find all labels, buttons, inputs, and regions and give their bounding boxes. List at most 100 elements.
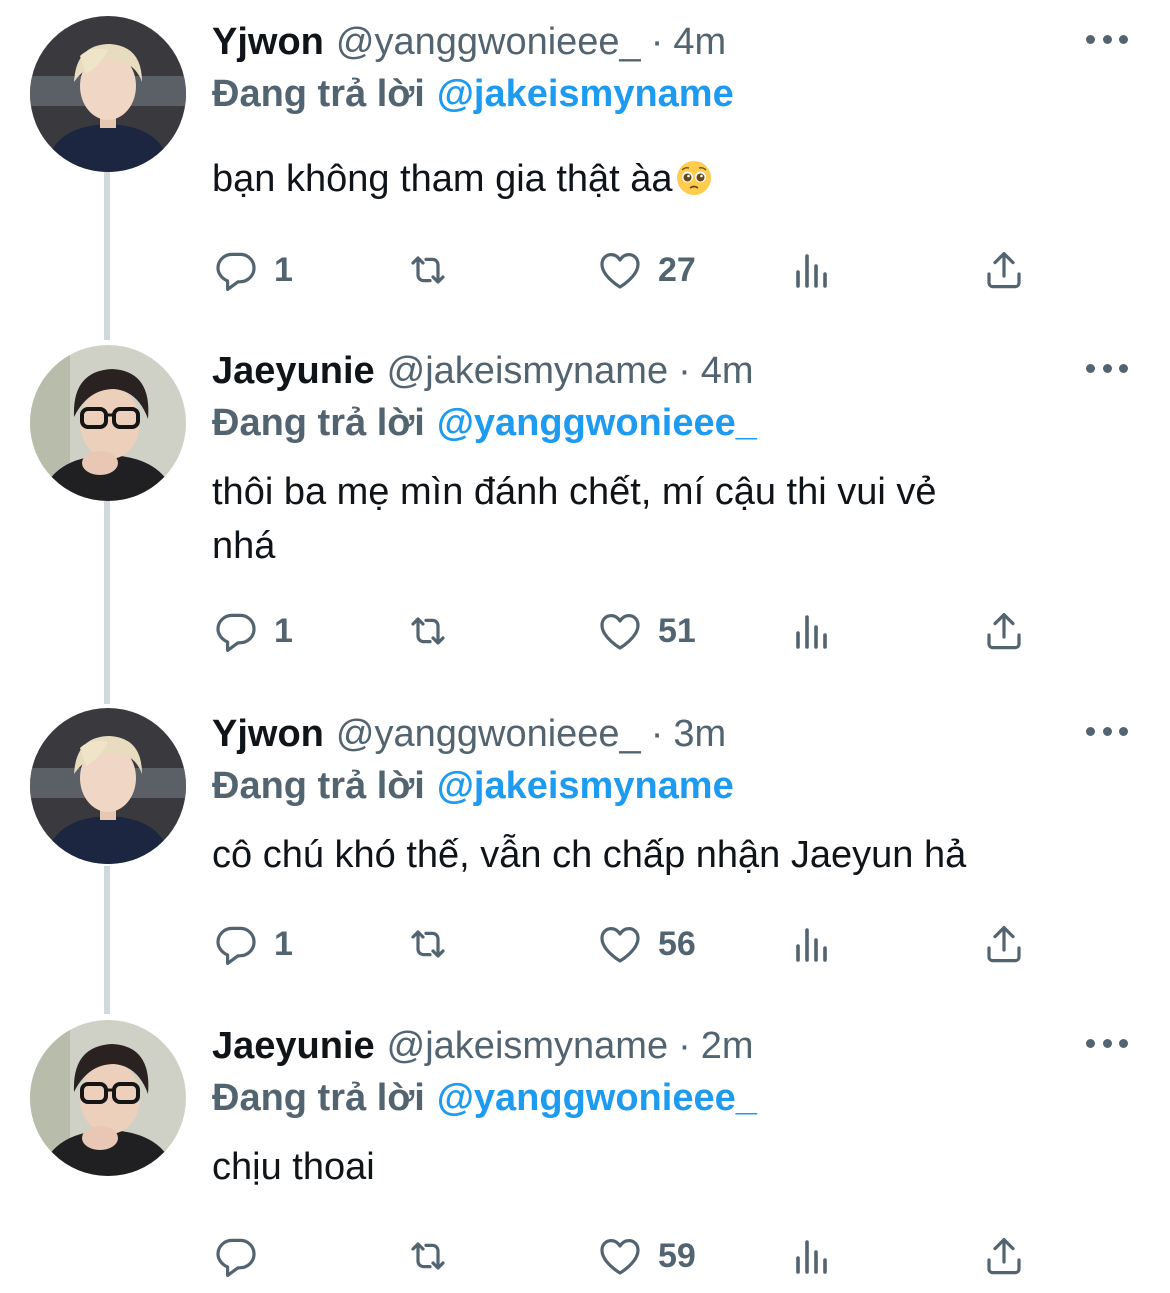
reply-button[interactable]: 1 [212, 914, 293, 974]
timestamp[interactable]: 4m [701, 345, 754, 397]
replying-label: Đang trả lời [212, 1077, 425, 1119]
like-button[interactable]: 59 [596, 1226, 696, 1286]
share-button[interactable] [980, 914, 1028, 974]
display-name[interactable]: Jaeyunie [212, 345, 375, 397]
like-count: 59 [658, 1236, 696, 1275]
display-name[interactable]: Jaeyunie [212, 1020, 375, 1072]
tweet-actions: 1 51 [0, 601, 1170, 661]
retweet-icon [404, 246, 452, 294]
timestamp[interactable]: 3m [673, 708, 726, 760]
analytics-icon [788, 246, 836, 294]
share-button[interactable] [980, 240, 1028, 300]
reply-count: 1 [274, 924, 293, 963]
like-count: 56 [658, 924, 696, 963]
share-icon [980, 246, 1028, 294]
separator-dot: · [678, 1025, 691, 1067]
like-icon [596, 920, 644, 968]
like-count: 27 [658, 250, 696, 289]
retweet-icon [404, 1232, 452, 1280]
share-icon [980, 1232, 1028, 1280]
display-name[interactable]: Yjwon [212, 708, 324, 760]
reply-button[interactable] [212, 1226, 274, 1286]
like-button[interactable]: 51 [596, 601, 696, 661]
analytics-button[interactable] [788, 914, 836, 974]
retweet-button[interactable] [404, 240, 452, 300]
analytics-icon [788, 920, 836, 968]
replying-to: Đang trả lời @yanggwonieee_ [212, 397, 757, 449]
analytics-button[interactable] [788, 1226, 836, 1286]
avatar[interactable] [30, 16, 186, 172]
more-options-icon[interactable] [1086, 1036, 1128, 1050]
separator-dot: · [678, 350, 691, 392]
timestamp[interactable]: 4m [673, 16, 726, 68]
tweet-text-line: nhá [212, 525, 276, 567]
analytics-icon [788, 1232, 836, 1280]
tweet-text-content: cô chú khó thế, vẫn ch chấp nhận Jaeyun … [212, 834, 967, 876]
tweet-actions: 1 56 [0, 914, 1170, 974]
replying-to: Đang trả lời @yanggwonieee_ [212, 1072, 757, 1124]
reply-icon [212, 246, 260, 294]
separator-dot: · [650, 21, 664, 63]
tweet-text: bạn không tham gia thật àa [212, 152, 1112, 206]
tweet-text-content: chịu thoai [212, 1146, 375, 1188]
tweet[interactable]: Jaeyunie @jakeismyname · 2m Đang trả lời… [0, 1020, 1170, 1290]
pleading-face-emoji [675, 158, 713, 196]
reply-button[interactable]: 1 [212, 240, 293, 300]
replying-label: Đang trả lời [212, 402, 425, 444]
like-button[interactable]: 27 [596, 240, 696, 300]
share-icon [980, 920, 1028, 968]
replying-handle-link[interactable]: @jakeismyname [437, 73, 734, 115]
reply-icon [212, 920, 260, 968]
share-button[interactable] [980, 601, 1028, 661]
reply-icon [212, 607, 260, 655]
tweet-text-line: thôi ba mẹ mìn đánh chết, mí cậu thi vui… [212, 471, 937, 513]
tweet[interactable]: Jaeyunie @jakeismyname · 4m Đang trả lời… [0, 345, 1170, 675]
reply-count: 1 [274, 250, 293, 289]
reply-button[interactable]: 1 [212, 601, 293, 661]
replying-handle-link[interactable]: @jakeismyname [437, 765, 734, 807]
replying-to: Đang trả lời @jakeismyname [212, 68, 734, 120]
analytics-icon [788, 607, 836, 655]
tweet[interactable]: Yjwon @yanggwonieee_ · 3m Đang trả lời @j… [0, 708, 1170, 998]
tweet-text: chịu thoai [212, 1140, 1112, 1194]
like-icon [596, 607, 644, 655]
tweet-text: thôi ba mẹ mìn đánh chết, mí cậu thi vui… [212, 465, 1112, 573]
replying-to: Đang trả lời @jakeismyname [212, 760, 734, 812]
reply-icon [212, 1232, 260, 1280]
avatar[interactable] [30, 1020, 186, 1176]
timestamp[interactable]: 2m [701, 1020, 754, 1072]
analytics-button[interactable] [788, 601, 836, 661]
like-icon [596, 1232, 644, 1280]
retweet-icon [404, 607, 452, 655]
tweet[interactable]: Yjwon @yanggwonieee_ · 4m Đang trả lời @j… [0, 16, 1170, 316]
retweet-button[interactable] [404, 1226, 452, 1286]
replying-label: Đang trả lời [212, 765, 425, 807]
avatar[interactable] [30, 708, 186, 864]
tweet-text: cô chú khó thế, vẫn ch chấp nhận Jaeyun … [212, 828, 1112, 882]
separator-dot: · [650, 713, 664, 755]
like-button[interactable]: 56 [596, 914, 696, 974]
user-handle[interactable]: @jakeismyname [387, 1020, 668, 1072]
replying-handle-link[interactable]: @yanggwonieee_ [437, 1077, 757, 1119]
reply-count: 1 [274, 611, 293, 650]
tweet-actions: 1 27 [0, 240, 1170, 300]
replying-handle-link[interactable]: @yanggwonieee_ [437, 402, 757, 444]
more-options-icon[interactable] [1086, 724, 1128, 738]
like-icon [596, 246, 644, 294]
avatar[interactable] [30, 345, 186, 501]
retweet-icon [404, 920, 452, 968]
share-button[interactable] [980, 1226, 1028, 1286]
like-count: 51 [658, 611, 696, 650]
user-handle[interactable]: @jakeismyname [387, 345, 668, 397]
share-icon [980, 607, 1028, 655]
retweet-button[interactable] [404, 914, 452, 974]
display-name[interactable]: Yjwon [212, 16, 324, 68]
more-options-icon[interactable] [1086, 361, 1128, 375]
analytics-button[interactable] [788, 240, 836, 300]
retweet-button[interactable] [404, 601, 452, 661]
tweet-actions: 59 [0, 1226, 1170, 1286]
user-handle[interactable]: @yanggwonieee_ [336, 708, 641, 760]
replying-label: Đang trả lời [212, 73, 425, 115]
more-options-icon[interactable] [1086, 32, 1128, 46]
user-handle[interactable]: @yanggwonieee_ [336, 16, 641, 68]
